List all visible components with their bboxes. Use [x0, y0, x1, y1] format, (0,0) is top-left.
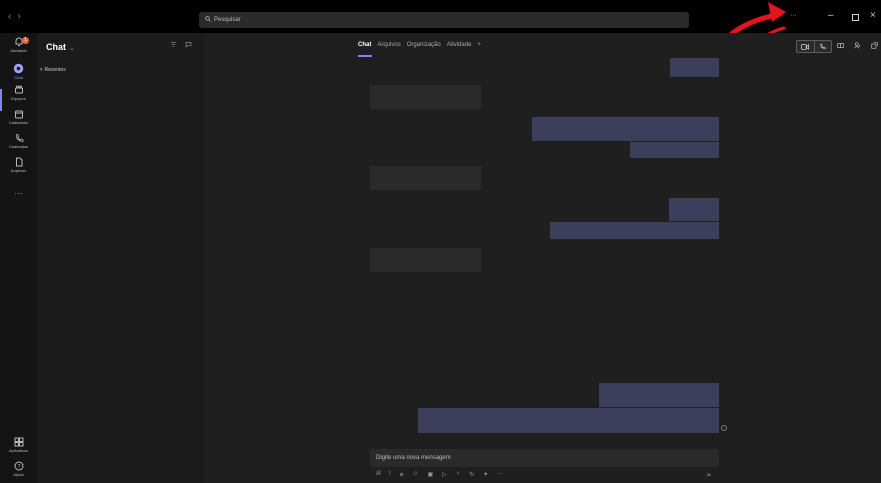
rail-item-help[interactable]: ? Ajuda: [0, 461, 37, 477]
more-options-icon[interactable]: ···: [497, 471, 503, 478]
chat-list-pane: Chat ⌄ ▾ Recentes: [37, 33, 203, 483]
filter-icon[interactable]: [170, 41, 177, 48]
praise-icon[interactable]: ✦: [483, 471, 488, 478]
tab-organization[interactable]: Organização: [407, 42, 441, 48]
rail-label: Calendário: [8, 120, 29, 125]
rail-label: Aplicativos: [8, 448, 29, 453]
close-button[interactable]: ×: [870, 10, 876, 21]
message-bubble-received[interactable]: [370, 248, 481, 272]
conversation-pane: Chat Arquivos Organização Atividade + Di…: [203, 33, 881, 483]
minimize-button[interactable]: –: [828, 10, 834, 21]
phone-icon: [15, 134, 23, 142]
send-icon[interactable]: ➢: [706, 471, 712, 479]
tab-chat[interactable]: Chat: [358, 42, 371, 48]
rail-item-apps[interactable]: Aplicativos: [0, 437, 37, 453]
recent-section-toggle[interactable]: ▾ Recentes: [40, 67, 66, 73]
video-call-button[interactable]: [796, 40, 815, 53]
svg-text:?: ?: [17, 464, 20, 470]
teams-icon: [14, 85, 23, 94]
rail-label: Equipes: [11, 96, 26, 101]
video-camera-icon: [801, 43, 810, 50]
rail-item-calendar[interactable]: Calendário: [0, 109, 37, 125]
phone-icon: [820, 43, 826, 50]
back-arrow-icon[interactable]: ‹: [8, 11, 17, 22]
rail-item-teams[interactable]: Equipes: [0, 85, 37, 101]
rail-label: Atividade: [10, 48, 27, 53]
message-bubble-sent[interactable]: [532, 117, 719, 141]
seen-status-icon: [721, 425, 727, 431]
apps-icon: [14, 437, 23, 447]
rail-label: Chat: [14, 75, 23, 80]
list-actions: [170, 41, 192, 50]
add-people-icon[interactable]: [854, 42, 861, 49]
attach-icon[interactable]: ⌀: [400, 471, 404, 478]
rail-item-files[interactable]: Arquivos: [0, 157, 37, 173]
message-bubble-sent[interactable]: [418, 408, 719, 433]
rail-label: Arquivos: [10, 168, 27, 173]
rail-label: Ajuda: [13, 472, 24, 477]
search-input[interactable]: Pesquisar: [199, 12, 689, 28]
message-compose-input[interactable]: Digite uma nova mensagem: [370, 449, 719, 467]
call-buttons: [796, 40, 832, 53]
new-chat-icon[interactable]: [185, 41, 192, 48]
format-icon[interactable]: A̸: [376, 471, 380, 478]
calendar-icon: [14, 110, 23, 119]
tab-activity[interactable]: Atividade: [447, 42, 472, 48]
help-icon: ?: [14, 461, 23, 471]
search-placeholder: Pesquisar: [214, 17, 241, 23]
message-bubble-received[interactable]: [370, 166, 481, 190]
tab-files[interactable]: Arquivos: [377, 42, 400, 48]
more-apps-button[interactable]: ···: [0, 189, 37, 198]
active-tab-indicator: [358, 55, 372, 57]
chat-icon: [13, 63, 24, 74]
chevron-down-icon: ⌄: [69, 45, 75, 52]
message-bubble-sent[interactable]: [669, 198, 719, 221]
app-rail: Atividade 1 Chat Equipes Calendário Cham…: [0, 33, 37, 483]
screen-share-icon[interactable]: [837, 42, 844, 49]
header-actions: [837, 42, 878, 49]
rail-label: Chamadas: [8, 144, 29, 149]
rail-item-activity[interactable]: Atividade 1: [0, 37, 37, 53]
notification-badge: 1: [22, 37, 29, 44]
forward-arrow-icon[interactable]: ›: [17, 11, 26, 22]
message-bubble-sent[interactable]: [670, 58, 719, 77]
caret-down-icon: ▾: [40, 67, 43, 73]
conversation-tabs: Chat Arquivos Organização Atividade +: [358, 42, 481, 48]
rail-item-calls[interactable]: Chamadas: [0, 133, 37, 149]
chat-list-title: Chat: [46, 42, 66, 52]
message-bubble-sent[interactable]: [630, 142, 719, 158]
compose-placeholder: Digite uma nova mensagem: [376, 455, 451, 461]
priority-icon[interactable]: !: [389, 471, 391, 478]
maximize-button[interactable]: [852, 14, 859, 21]
gif-icon[interactable]: ▣: [427, 471, 433, 478]
audio-call-button[interactable]: [814, 40, 832, 53]
popout-chat-icon[interactable]: [871, 42, 878, 49]
meet-now-icon[interactable]: ♀: [456, 471, 461, 478]
message-bubble-sent[interactable]: [599, 383, 719, 407]
chat-list-header[interactable]: Chat ⌄: [46, 42, 75, 52]
message-bubble-sent[interactable]: [550, 222, 719, 239]
loop-icon[interactable]: ↻: [469, 471, 474, 478]
rail-item-chat[interactable]: Chat: [0, 63, 37, 80]
section-label: Recentes: [44, 67, 66, 73]
compose-toolbar: A̸ ! ⌀ ☺ ▣ ▷ ♀ ↻ ✦ ···: [376, 471, 503, 478]
search-icon: [205, 16, 211, 23]
emoji-icon[interactable]: ☺: [412, 471, 418, 478]
sticker-icon[interactable]: ▷: [442, 471, 447, 478]
history-nav: ‹›: [8, 11, 27, 22]
message-bubble-received[interactable]: [370, 85, 481, 109]
add-tab-button[interactable]: +: [477, 42, 481, 48]
file-icon: [15, 157, 22, 167]
